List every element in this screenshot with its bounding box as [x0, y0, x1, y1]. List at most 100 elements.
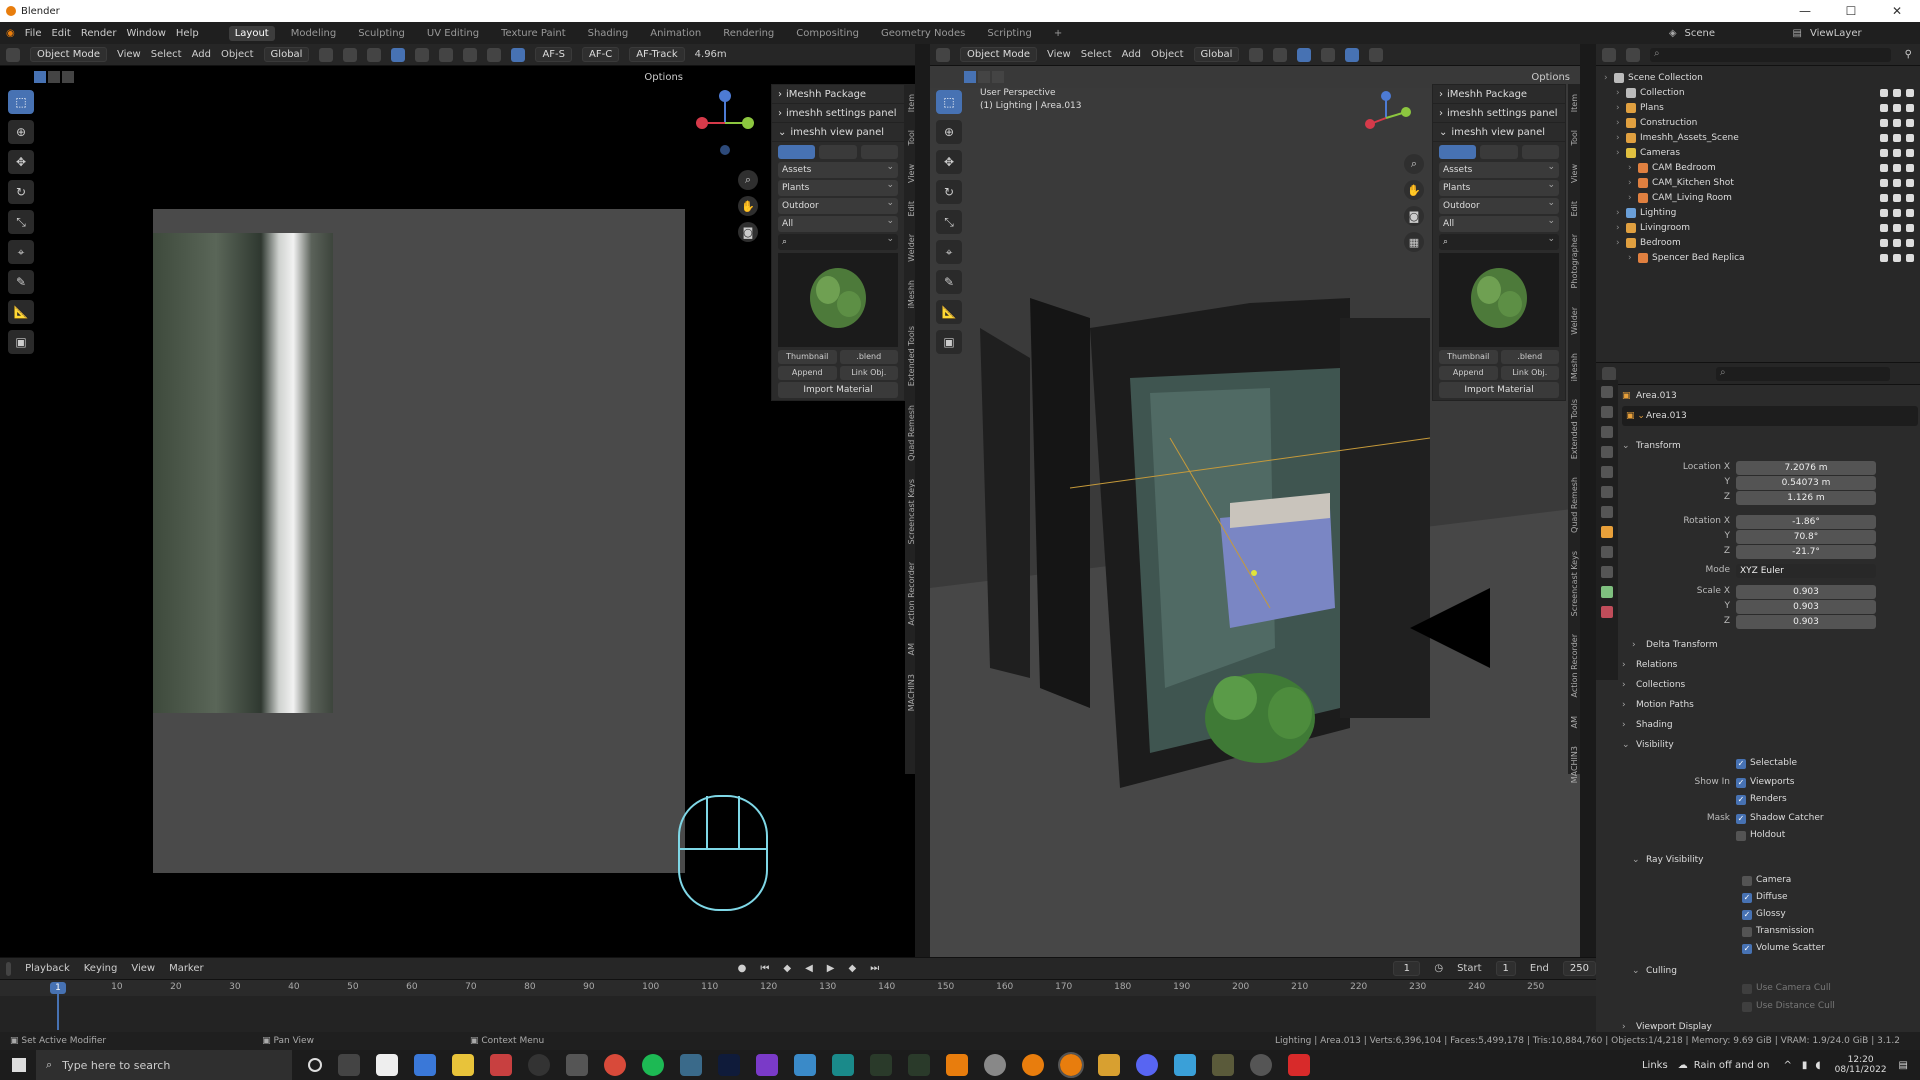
menu-edit[interactable]: Edit [51, 28, 70, 39]
camera-render-icon[interactable] [1906, 208, 1914, 217]
app-icon[interactable] [680, 1054, 702, 1076]
tab-view[interactable]: View [1570, 164, 1579, 183]
outliner-row[interactable]: › Collection [1596, 85, 1920, 100]
blend-button[interactable]: .blend [839, 350, 898, 364]
app-icon[interactable] [984, 1054, 1006, 1076]
eye-icon[interactable] [1893, 178, 1901, 187]
expand-chevron-icon[interactable]: › [1604, 73, 1614, 83]
select-extend-mode-icon[interactable] [978, 71, 990, 83]
tab-tool[interactable]: Tool [1570, 130, 1579, 146]
expand-chevron-icon[interactable]: › [1616, 88, 1626, 98]
outliner-row[interactable]: › Scene Collection [1596, 70, 1920, 85]
affinity-icon[interactable] [756, 1054, 778, 1076]
move-tool-icon[interactable]: ✥ [8, 150, 34, 174]
visibility-toggles[interactable] [1880, 238, 1914, 247]
clock[interactable]: 12:20 08/11/2022 [1835, 1055, 1887, 1075]
expand-chevron-icon[interactable]: › [1616, 118, 1626, 128]
collections-header[interactable]: › Collections [1622, 675, 1685, 695]
notion-icon[interactable] [376, 1054, 398, 1076]
weather-label[interactable]: Rain off and on [1694, 1060, 1770, 1071]
import-material-button[interactable]: Import Material [778, 382, 898, 398]
blender-menu-icon[interactable]: ◉ [6, 28, 15, 39]
af-s-button[interactable]: AF-S [535, 47, 573, 62]
camera-render-icon[interactable] [1906, 88, 1914, 97]
add-workspace-icon[interactable]: + [1048, 26, 1068, 41]
acrobat-icon[interactable] [1288, 1054, 1310, 1076]
outliner-row[interactable]: › Lighting [1596, 205, 1920, 220]
annotate-tool-icon[interactable]: ✎ [936, 270, 962, 294]
visibility-toggles[interactable] [1880, 163, 1914, 172]
diffuse-ray-checkbox[interactable]: ✓ [1742, 893, 1752, 903]
hdri-mode-button[interactable] [1521, 145, 1559, 159]
close-icon[interactable]: ✕ [1874, 4, 1920, 18]
eye-icon[interactable] [1893, 88, 1901, 97]
links-label[interactable]: Links [1642, 1060, 1668, 1071]
spotify-icon[interactable] [642, 1054, 664, 1076]
workspace-tab-rendering[interactable]: Rendering [717, 26, 780, 41]
network-icon[interactable]: ▮ [1802, 1060, 1808, 1071]
outliner-row[interactable]: › Plans [1596, 100, 1920, 115]
editor-divider[interactable] [1580, 44, 1596, 957]
camera-render-icon[interactable] [1906, 178, 1914, 187]
asset-thumbnail[interactable] [1439, 253, 1559, 347]
jump-start-icon[interactable]: ⏮ [760, 963, 769, 974]
transform-tool-icon[interactable]: ⌖ [8, 240, 34, 264]
scale-z-field[interactable]: 0.903 [1736, 615, 1876, 629]
motion-paths-header[interactable]: › Motion Paths [1622, 695, 1694, 715]
shading-material-icon[interactable] [1369, 47, 1384, 62]
rotation-z-field[interactable]: -21.7° [1736, 545, 1876, 559]
blender-active-icon[interactable] [1058, 1052, 1084, 1078]
eye-icon[interactable] [1893, 193, 1901, 202]
discord-icon[interactable] [1136, 1054, 1158, 1076]
windows-start-icon[interactable] [12, 1058, 26, 1072]
af-c-button[interactable]: AF-C [582, 47, 620, 62]
visibility-toggles[interactable] [1880, 148, 1914, 157]
calendar-icon[interactable] [414, 1054, 436, 1076]
volume-icon[interactable]: ◖ [1815, 1060, 1820, 1071]
blend-button[interactable]: .blend [1500, 350, 1559, 364]
workspace-tab-animation[interactable]: Animation [644, 26, 707, 41]
outliner-row[interactable]: › Livingroom [1596, 220, 1920, 235]
camera-render-icon[interactable] [1906, 148, 1914, 157]
select-tool-icon[interactable]: ⬚ [8, 90, 34, 114]
location-y-field[interactable]: 0.54073 m [1736, 476, 1876, 490]
rotation-x-field[interactable]: -1.86° [1736, 515, 1876, 529]
photoshop-icon[interactable] [718, 1054, 740, 1076]
checkbox-icon[interactable] [1880, 208, 1888, 217]
outliner-search-input[interactable]: ⌕ [1650, 47, 1891, 62]
camera-ray-checkbox[interactable] [1742, 876, 1752, 886]
add-menu[interactable]: Add [1122, 49, 1141, 60]
pan-hand-icon[interactable]: ✋ [738, 196, 758, 216]
materials-mode-button[interactable] [1480, 145, 1518, 159]
visibility-toggles[interactable] [1880, 208, 1914, 217]
tab-screencast-keys[interactable]: Screencast Keys [1570, 551, 1579, 616]
filter-dropdown[interactable]: All [1439, 213, 1559, 232]
assets-mode-button[interactable] [1439, 145, 1477, 159]
eye-icon[interactable] [1893, 163, 1901, 172]
pan-hand-icon[interactable]: ✋ [1404, 180, 1424, 200]
select-box-mode-icon[interactable] [964, 71, 976, 83]
shading-solid-icon[interactable] [463, 47, 478, 62]
workspace-tab-sculpting[interactable]: Sculpting [352, 26, 411, 41]
app-icon[interactable] [946, 1054, 968, 1076]
expand-chevron-icon[interactable]: › [1616, 133, 1626, 143]
minimize-icon[interactable]: — [1782, 4, 1828, 18]
volume-scatter-checkbox[interactable]: ✓ [1742, 944, 1752, 954]
obs-icon[interactable] [528, 1054, 550, 1076]
material-tab-icon[interactable] [1601, 606, 1613, 618]
camera-render-icon[interactable] [1906, 238, 1914, 247]
cursor-tool-icon[interactable]: ⊕ [936, 120, 962, 144]
select-subtract-mode-icon[interactable] [62, 71, 74, 83]
eye-icon[interactable] [1893, 118, 1901, 127]
substance-designer-icon[interactable] [870, 1054, 892, 1076]
checkbox-icon[interactable] [1880, 178, 1888, 187]
checkbox-icon[interactable] [1880, 148, 1888, 157]
data-tab-icon[interactable] [1601, 586, 1613, 598]
left-options-button[interactable]: Options [644, 72, 683, 83]
annotate-tool-icon[interactable]: ✎ [8, 270, 34, 294]
zoom-icon[interactable]: ⌕ [1404, 154, 1424, 174]
constraints-tab-icon[interactable] [1601, 566, 1613, 578]
select-box-mode-icon[interactable] [34, 71, 46, 83]
object-tab-icon[interactable] [1601, 526, 1613, 538]
scene-name[interactable]: Scene [1685, 28, 1785, 39]
